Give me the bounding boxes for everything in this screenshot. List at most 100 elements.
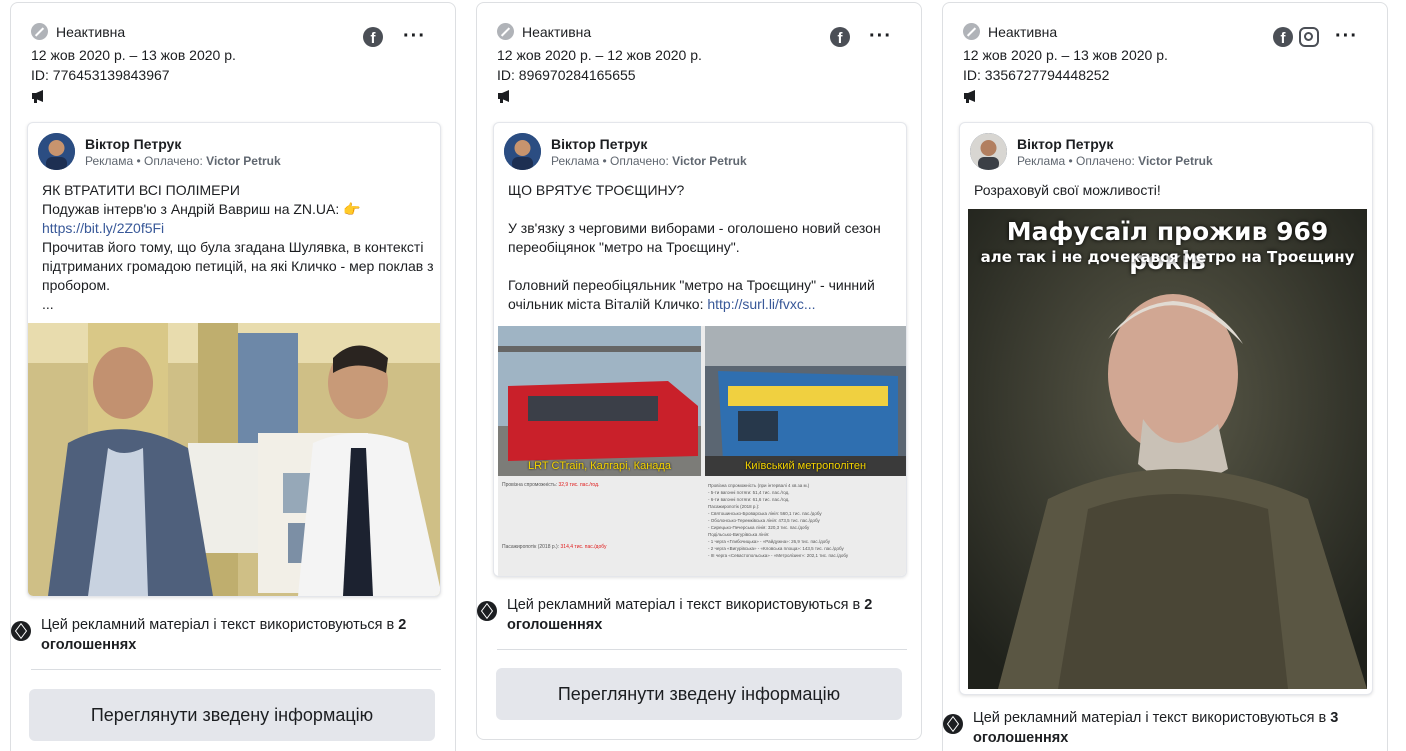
ad-link[interactable]: http://surl.li/fvxc... (707, 296, 815, 312)
usage-info: Цей рекламний матеріал і текст використо… (11, 615, 441, 655)
left-stat-value: 32,9 тис. пас./год. (558, 482, 600, 488)
view-summary-button[interactable]: Переглянути зведену інформацію (496, 668, 902, 720)
right-stat-line: - Оболонсько-Теремківська лінія: 473,5 т… (708, 518, 820, 523)
ad-id: ID: 776453139843967 (31, 67, 170, 83)
facebook-icon: f (1273, 27, 1293, 47)
platforms: f (363, 27, 383, 47)
ad-card: Неактивна 12 жов 2020 р. – 13 жов 2020 р… (942, 2, 1388, 751)
right-stat-line: - 1 черга «Глибочицька» - «Райдужна»: 26… (708, 539, 830, 544)
left-caption: LRT CTrain, Калгарі, Канада (528, 460, 671, 472)
more-options-icon[interactable]: ··· (1335, 25, 1358, 48)
ad-body-text: ЯК ВТРАТИТИ ВСІ ПОЛІМЕРИ Подужав інтерв'… (42, 181, 437, 314)
avatar (970, 133, 1007, 170)
ad-preview[interactable]: Віктор Петрук Реклама • Оплачено: Victor… (493, 122, 907, 577)
ad-body-text: ЩО ВРЯТУЄ ТРОЄЩИНУ? У зв'язку з черговим… (508, 181, 903, 314)
status-row: Неактивна (31, 23, 125, 40)
ad-link[interactable]: https://bit.ly/2Z0f5Fi (42, 220, 164, 236)
ad-text-ellipsis: ... (42, 296, 54, 312)
ad-text-line: Розраховуй свої можливості! (974, 182, 1161, 198)
divider (31, 669, 441, 670)
ad-link-line: https://bit.ly/2Z0f5Fi (42, 219, 437, 238)
more-options-icon[interactable]: ··· (403, 25, 426, 48)
avatar (504, 133, 541, 170)
right-stat-line: - III черга «Севастопольська» - «Метролі… (708, 553, 849, 558)
usage-info: Цей рекламний матеріал і текст використо… (943, 708, 1373, 748)
ad-text-line: ЩО ВРЯТУЄ ТРОЄЩИНУ? (508, 182, 685, 198)
ad-image: LRT CTrain, Калгарі, Канада Київський ме… (498, 326, 906, 576)
layers-icon (477, 601, 497, 621)
ad-preview[interactable]: Віктор Петрук Реклама • Оплачено: Victor… (27, 122, 441, 597)
sponsored-label: Реклама • Оплачено: (1017, 154, 1135, 168)
right-caption: Київський метрополітен (744, 460, 867, 472)
ad-card: Неактивна 12 жов 2020 р. – 12 жов 2020 р… (476, 2, 922, 740)
view-summary-button[interactable]: Переглянути зведену інформацію (29, 689, 435, 741)
more-options-icon[interactable]: ··· (869, 25, 892, 48)
ad-body-text: Розраховуй свої можливості! (974, 181, 1369, 200)
paid-by: Victor Petruk (672, 154, 747, 168)
left-stat2-label: Пасажиропотік (2018 р.): (502, 544, 560, 550)
usage-prefix: Цей рекламний матеріал і текст використо… (41, 617, 395, 633)
image-headline: Мафусаїл прожив 969 років (1006, 217, 1329, 275)
paid-by: Victor Petruk (206, 154, 281, 168)
ad-text-line: Прочитав його тому, що була згадана Шуля… (42, 239, 434, 293)
advertiser-name[interactable]: Віктор Петрук (551, 136, 647, 152)
left-stat-label: Провізна спроможність: (502, 482, 558, 488)
usage-info: Цей рекламний матеріал і текст використо… (477, 595, 907, 635)
paid-by: Victor Petruk (1138, 154, 1213, 168)
inactive-icon (31, 23, 48, 40)
usage-text: Цей рекламний матеріал і текст використо… (973, 708, 1373, 748)
sponsored-label: Реклама • Оплачено: (551, 154, 669, 168)
inactive-icon (497, 23, 514, 40)
ad-id: ID: 896970284165655 (497, 67, 636, 83)
usage-prefix: Цей рекламний матеріал і текст використо… (507, 597, 861, 613)
platforms: f (830, 27, 850, 47)
usage-text: Цей рекламний матеріал і текст використо… (41, 615, 441, 655)
sponsored-line: Реклама • Оплачено: Victor Petruk (85, 154, 281, 168)
tram-photos (498, 326, 906, 476)
usage-text: Цей рекламний матеріал і текст використо… (507, 595, 907, 635)
megaphone-icon (498, 90, 509, 103)
advertiser-name[interactable]: Віктор Петрук (1017, 136, 1113, 152)
left-stat2-value: 314,4 тис. пас./добу (560, 544, 607, 550)
advertiser-name[interactable]: Віктор Петрук (85, 136, 181, 152)
ad-text-segment: Головний переобіцяльник "метро на Троєщи… (508, 277, 875, 312)
platforms: f (1273, 27, 1319, 47)
ad-image (28, 323, 440, 596)
layers-icon (943, 714, 963, 734)
pointing-hand-icon: 👉 (343, 201, 361, 217)
right-stat-line: - Сирецько-Печерська лінія: 320,3 тис. п… (708, 525, 810, 530)
status-label: Неактивна (56, 23, 126, 40)
usage-prefix: Цей рекламний матеріал і текст використо… (973, 710, 1327, 726)
avatar (38, 133, 75, 170)
divider (497, 649, 907, 650)
ad-preview[interactable]: Віктор Петрук Реклама • Оплачено: Victor… (959, 122, 1373, 695)
right-stat-line: - 5-ти вагонні потяги: 51,4 тис. пас./го… (708, 490, 790, 495)
instagram-icon (1299, 27, 1319, 47)
facebook-icon: f (363, 27, 383, 47)
right-stat-line: - 2 черга «Вигурівська» - «Кловська площ… (708, 546, 844, 551)
ad-text-line: Подужав інтерв'ю з Андрій Вавриш на ZN.U… (42, 200, 437, 219)
inactive-icon (963, 23, 980, 40)
date-range: 12 жов 2020 р. – 12 жов 2020 р. (497, 47, 702, 63)
status-row: Неактивна (963, 23, 1057, 40)
megaphone-icon (964, 90, 975, 103)
date-range: 12 жов 2020 р. – 13 жов 2020 р. (31, 47, 236, 63)
right-stat-line: - 6-ти вагонні потяги: 61,6 тис. пас./го… (708, 497, 790, 502)
status-label: Неактивна (522, 23, 592, 40)
sponsored-line: Реклама • Оплачено: Victor Petruk (551, 154, 747, 168)
ad-text-line: ЯК ВТРАТИТИ ВСІ ПОЛІМЕРИ (42, 182, 240, 198)
ad-text-segment: Подужав інтерв'ю з Андрій Вавриш на ZN.U… (42, 201, 340, 217)
left-stat: Провізна спроможність: 32,9 тис. пас./го… (502, 482, 599, 488)
ad-card: Неактивна 12 жов 2020 р. – 13 жов 2020 р… (10, 2, 456, 751)
ad-text-line: У зв'язку з черговими виборами - оголоше… (508, 220, 881, 255)
right-stat-line: - Святошинсько-Броварська лінія: 560,1 т… (708, 511, 822, 516)
ad-text-line: Головний переобіцяльник "метро на Троєщи… (508, 276, 903, 314)
old-man-photo (968, 209, 1367, 689)
right-stats: Провізна спроможність (при інтервалі 4 х… (708, 482, 904, 559)
date-range: 12 жов 2020 р. – 13 жов 2020 р. (963, 47, 1168, 63)
layers-icon (11, 621, 31, 641)
status-label: Неактивна (988, 23, 1058, 40)
sponsored-line: Реклама • Оплачено: Victor Petruk (1017, 154, 1213, 168)
